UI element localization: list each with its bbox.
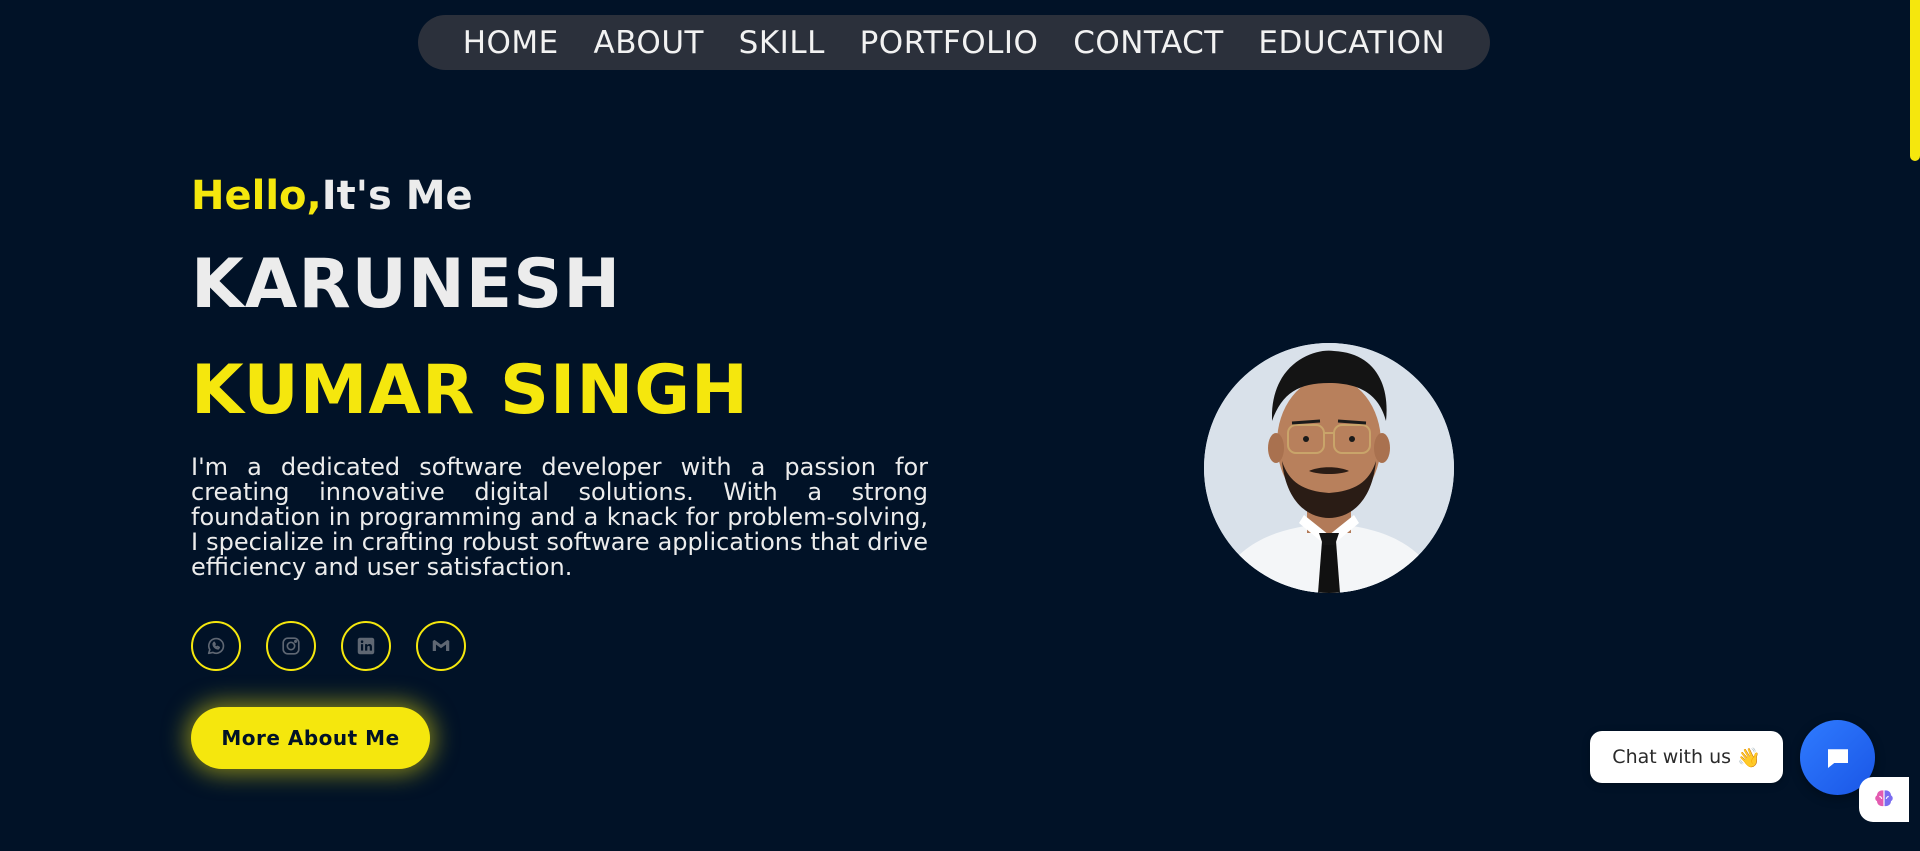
gmail-icon <box>432 639 450 652</box>
nav-home[interactable]: HOME <box>463 25 559 61</box>
greeting-highlight: Hello, <box>191 173 322 219</box>
nav-portfolio[interactable]: PORTFOLIO <box>860 25 1039 61</box>
nav-contact[interactable]: CONTACT <box>1073 25 1224 61</box>
hero-name: KARUNESH KUMAR SINGH <box>191 232 911 444</box>
chat-icon <box>1827 748 1848 768</box>
more-about-me-button[interactable]: More About Me <box>191 707 430 769</box>
name-first: KARUNESH <box>191 245 622 324</box>
nav-education[interactable]: EDUCATION <box>1258 25 1445 61</box>
hero-bio: I'm a dedicated software developer with … <box>191 453 928 581</box>
nav-skill[interactable]: SKILL <box>739 25 825 61</box>
scroll-indicator[interactable] <box>1910 0 1920 161</box>
instagram-icon <box>282 637 300 655</box>
gmail-link[interactable] <box>416 621 466 671</box>
instagram-link[interactable] <box>266 621 316 671</box>
profile-photo <box>1204 343 1454 593</box>
nav-about[interactable]: ABOUT <box>593 25 703 61</box>
chat-label: Chat with us <box>1612 746 1732 768</box>
ai-badge[interactable] <box>1859 777 1909 822</box>
hero-greeting: Hello,It's Me <box>191 173 473 219</box>
greeting-rest: It's Me <box>321 173 473 219</box>
linkedin-link[interactable] <box>341 621 391 671</box>
linkedin-icon <box>357 637 375 655</box>
main-nav: HOME ABOUT SKILL PORTFOLIO CONTACT EDUCA… <box>418 15 1490 70</box>
profile-photo-image <box>1204 343 1454 593</box>
whatsapp-link[interactable] <box>191 621 241 671</box>
social-links <box>191 621 466 671</box>
brain-icon <box>1875 789 1893 806</box>
whatsapp-icon <box>207 637 225 655</box>
wave-emoji-icon: 👋 <box>1737 746 1761 769</box>
name-rest: KUMAR SINGH <box>191 351 749 430</box>
chat-prompt[interactable]: Chat with us 👋 <box>1590 731 1783 783</box>
